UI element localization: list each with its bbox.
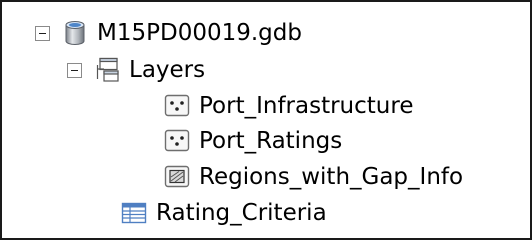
geodatabase-label: M15PD00019.gdb bbox=[97, 19, 302, 46]
feature-class-label: Port_Infrastructure bbox=[199, 92, 414, 119]
geodatabase-cylinder-icon bbox=[62, 20, 88, 46]
tree-node-feature-class[interactable]: Regions_with_Gap_Info bbox=[164, 159, 463, 195]
tree-node-table[interactable]: Rating_Criteria bbox=[121, 195, 327, 231]
feature-class-label: Port_Ratings bbox=[199, 127, 343, 154]
polygon-feature-class-icon bbox=[164, 164, 190, 190]
feature-dataset-icon bbox=[94, 57, 120, 83]
tree-node-geodatabase[interactable]: M15PD00019.gdb bbox=[35, 15, 302, 51]
tree-node-feature-class[interactable]: Port_Ratings bbox=[164, 123, 342, 159]
feature-class-label: Regions_with_Gap_Info bbox=[199, 163, 464, 190]
collapse-minus-icon[interactable] bbox=[35, 25, 50, 41]
catalog-tree-panel: M15PD00019.gdb Layers Port_Infrastructur… bbox=[0, 0, 532, 240]
point-feature-class-icon bbox=[164, 128, 190, 154]
point-feature-class-icon bbox=[164, 93, 190, 119]
tree-node-feature-class[interactable]: Port_Infrastructure bbox=[164, 88, 413, 124]
collapse-minus-icon[interactable] bbox=[67, 62, 82, 78]
catalog-tree: M15PD00019.gdb Layers Port_Infrastructur… bbox=[2, 2, 530, 238]
table-icon bbox=[121, 200, 147, 226]
tree-node-layers[interactable]: Layers bbox=[67, 52, 205, 88]
layers-group-label: Layers bbox=[129, 56, 206, 83]
table-label: Rating_Criteria bbox=[156, 199, 327, 226]
